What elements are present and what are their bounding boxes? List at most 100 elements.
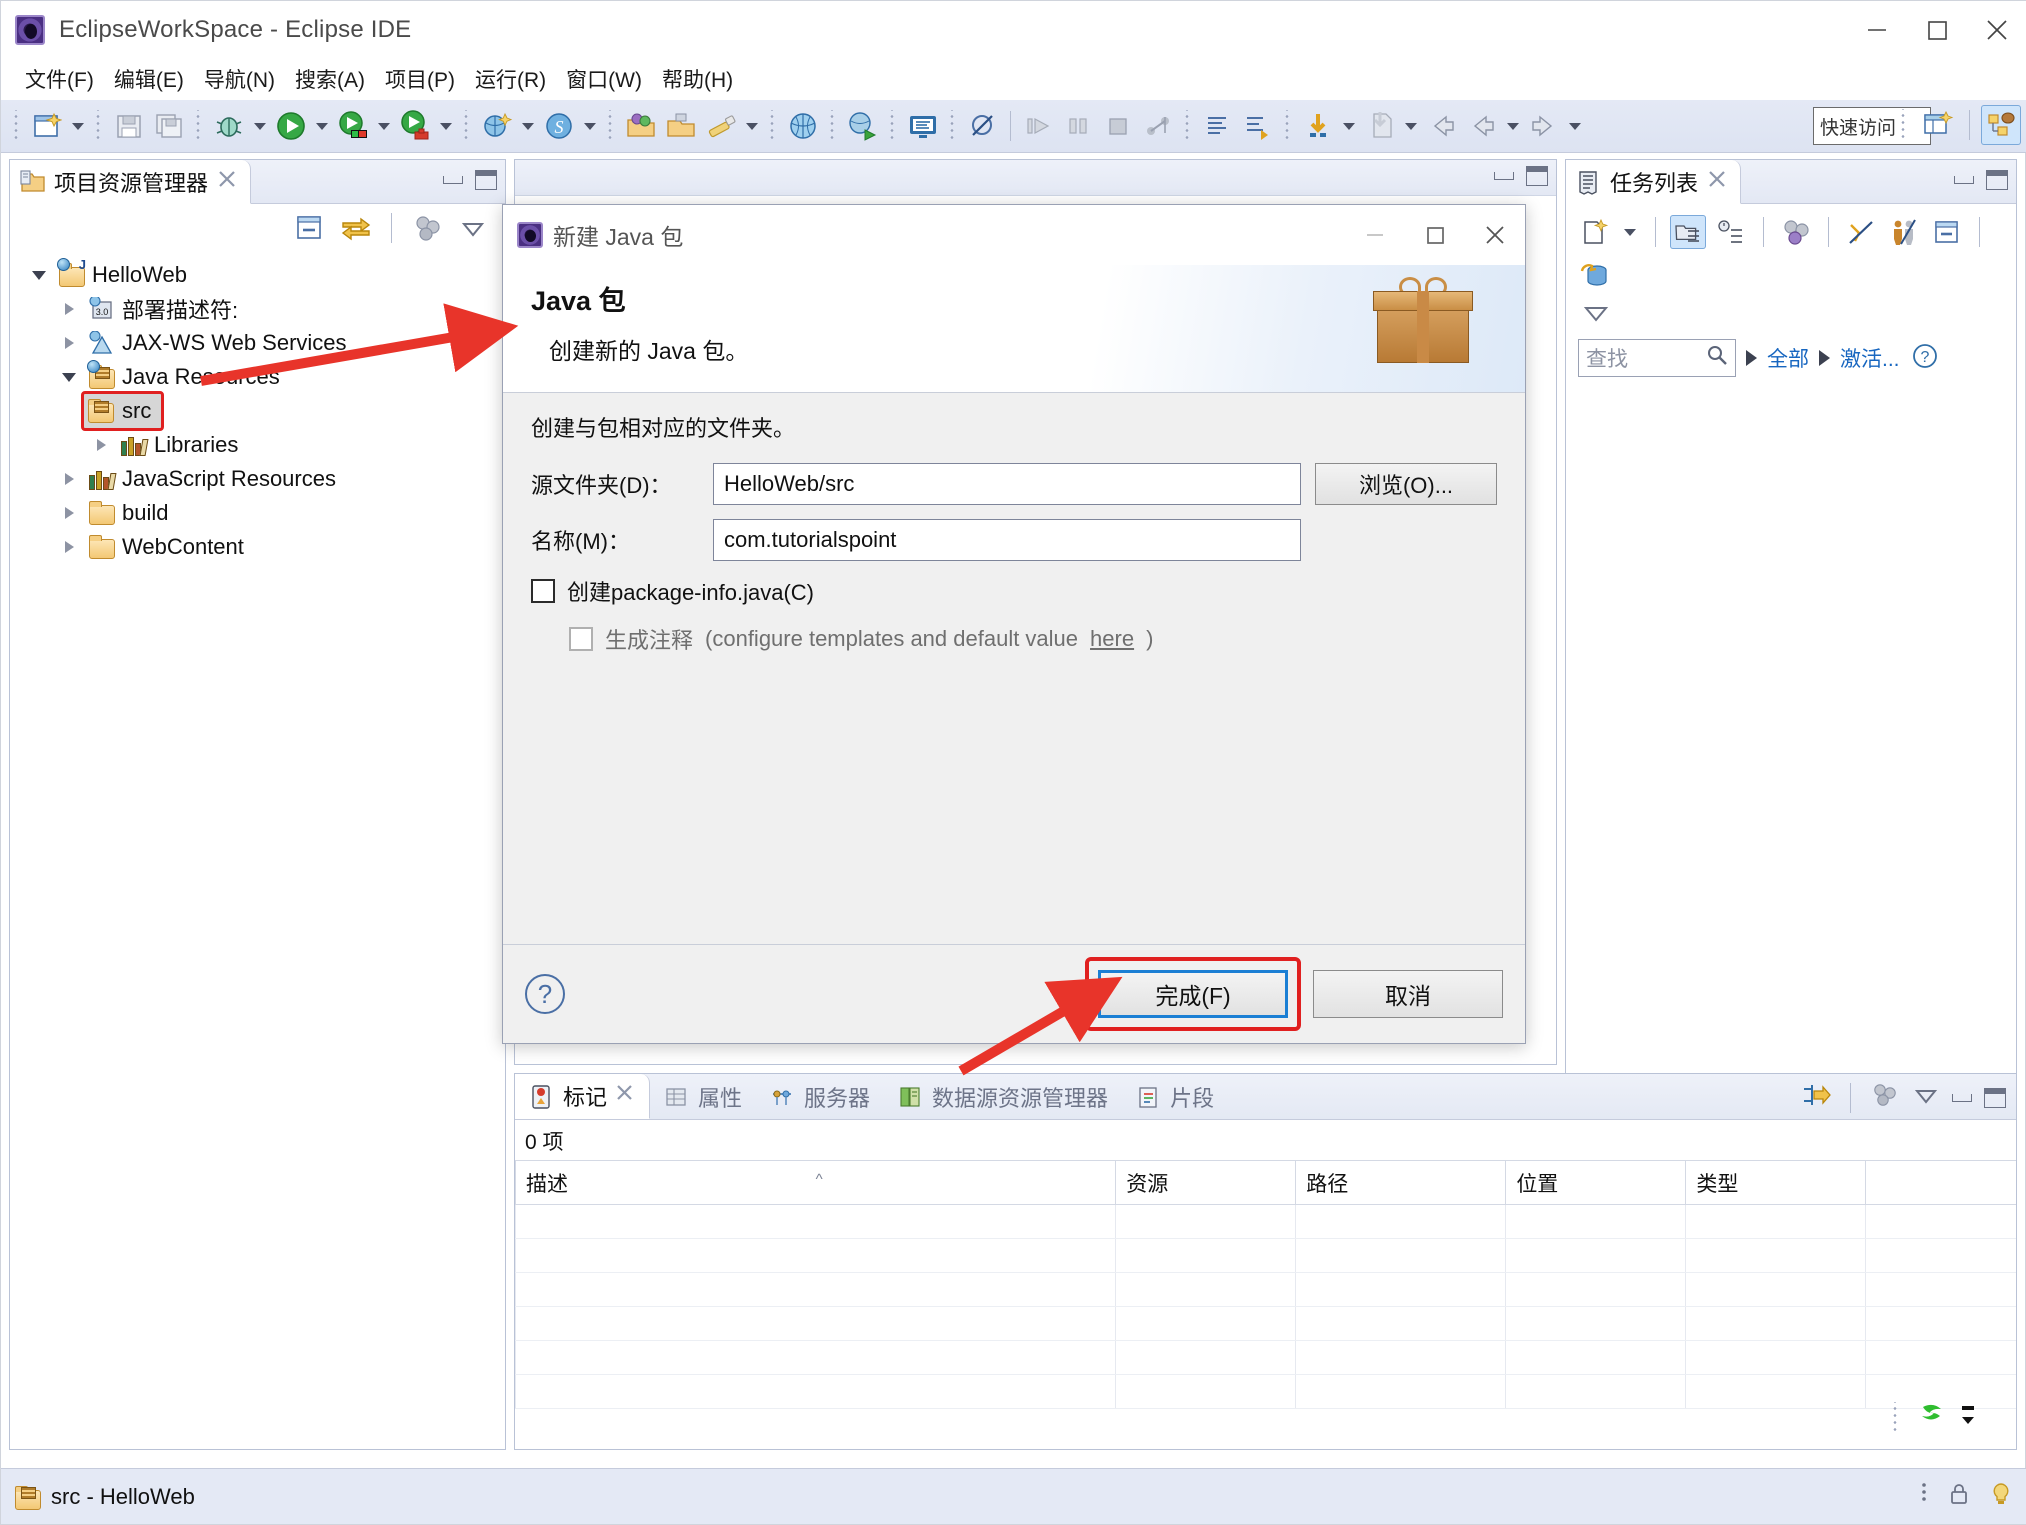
search-icon[interactable]: S [539,106,579,146]
browse-button[interactable]: 浏览(O)... [1315,463,1497,505]
twisty-collapsed-icon[interactable] [56,337,82,349]
toolbar-grip-9[interactable] [948,110,958,142]
run-dropdown-icon[interactable] [311,106,333,146]
categorized-presentation-icon[interactable] [1670,215,1706,249]
column-header-location[interactable]: 位置 [1505,1160,1686,1205]
debug-dropdown-icon[interactable] [249,106,271,146]
column-header-resource[interactable]: 资源 [1115,1160,1296,1205]
refresh-repository-icon[interactable] [1576,259,1612,293]
tab-markers[interactable]: 标记 [515,1074,651,1119]
debug-icon[interactable] [209,106,249,146]
run-server-dropdown-icon[interactable] [435,106,457,146]
step-over-icon[interactable] [1238,106,1278,146]
toolbar-grip-5[interactable] [606,110,616,142]
skip-breakpoints-icon[interactable] [963,106,1003,146]
new-wizard-dropdown-icon[interactable] [67,106,89,146]
step-into-icon[interactable] [1198,106,1238,146]
finish-button[interactable]: 完成(F) [1098,970,1288,1018]
find-input[interactable]: 查找 [1578,339,1736,377]
tab-project-explorer[interactable]: 项目资源管理器 [10,160,252,204]
dialog-minimize-button[interactable] [1345,205,1405,265]
column-header-description[interactable]: 描述 ^ [514,1160,1116,1205]
maximize-icon[interactable] [475,170,497,190]
tree-item-deployment-descriptor[interactable]: 3.0 部署描述符: [16,292,505,326]
toggle-mark-occurrences-icon[interactable] [701,106,741,146]
collapse-all-icon[interactable] [1929,215,1965,249]
menu-run[interactable]: 运行(R) [465,61,556,97]
menu-navigate[interactable]: 导航(N) [194,61,285,97]
collapse-all-icon[interactable] [292,211,328,245]
tree-item-javascript-resources[interactable]: JavaScript Resources [16,462,505,496]
drag-handle-icon[interactable] [1919,1481,1929,1512]
toolbar-grip-10[interactable] [1183,110,1193,142]
back-icon[interactable] [1422,106,1462,146]
column-header-path[interactable]: 路径 [1295,1160,1506,1205]
run-external-tools-icon[interactable] [333,106,373,146]
filter-expand-icon-2[interactable] [1819,350,1830,366]
open-task-icon[interactable] [661,106,701,146]
create-package-info-row[interactable]: 创建package-info.java(C) [531,575,1497,607]
column-header-type[interactable]: 类型 [1685,1160,1866,1205]
perspective-grip[interactable] [1899,109,1909,141]
back-dropdown-icon[interactable] [1502,106,1524,146]
new-wizard-icon[interactable] [27,106,67,146]
close-icon[interactable] [615,1083,635,1109]
twisty-expanded-icon[interactable] [26,270,52,280]
maximize-button[interactable] [1907,1,1967,58]
menu-edit[interactable]: 编辑(E) [104,61,194,97]
open-perspective-icon[interactable] [1918,105,1958,145]
table-row[interactable] [514,1272,2016,1307]
toolbar-grip-7[interactable] [828,110,838,142]
table-row[interactable] [514,1204,2016,1239]
minimize-icon[interactable] [1952,1093,1972,1102]
synchronize-icon[interactable] [1778,215,1814,249]
search-dropdown-icon[interactable] [579,106,601,146]
tree-item-src[interactable]: src [16,391,505,431]
back-history-icon[interactable] [1462,106,1502,146]
new-task-dropdown-icon[interactable] [1619,212,1641,252]
menu-search[interactable]: 搜索(A) [285,61,375,97]
filter-activate-link[interactable]: 激活... [1840,343,1900,373]
tab-properties[interactable]: 属性 [650,1074,756,1119]
create-package-info-checkbox[interactable] [531,579,555,603]
maximize-icon[interactable] [1526,166,1548,186]
tab-task-list[interactable]: 任务列表 [1566,160,1742,204]
tree-item-build[interactable]: build [16,496,505,530]
tab-snippets[interactable]: 片段 [1122,1074,1228,1119]
menu-window[interactable]: 窗口(W) [556,61,652,97]
run-external-dropdown-icon[interactable] [373,106,395,146]
forward-dropdown-icon[interactable] [1564,106,1586,146]
tree-item-libraries[interactable]: Libraries [16,428,505,462]
maximize-icon[interactable] [1986,170,2008,190]
toolbar-grip[interactable] [12,110,22,142]
table-row[interactable] [514,1374,2016,1409]
tab-servers[interactable]: 服务器 [756,1074,884,1119]
help-icon[interactable]: ? [525,974,565,1014]
minimize-icon[interactable] [1954,176,1974,184]
twisty-collapsed-icon[interactable] [56,541,82,553]
menu-file[interactable]: 文件(F) [15,61,104,97]
toolbar-grip-8[interactable] [888,110,898,142]
run-jsp-icon[interactable] [843,106,883,146]
tree-item-webcontent[interactable]: WebContent [16,530,505,564]
ime-toolbar-toggle-icon[interactable] [1958,1400,1978,1435]
minimize-icon[interactable] [443,176,463,184]
focus-on-workweek-icon[interactable] [1886,215,1922,249]
new-task-icon[interactable] [1576,215,1612,249]
link-with-editor-icon[interactable] [338,211,374,245]
configure-templates-link[interactable]: here [1090,626,1134,652]
tip-icon[interactable] [1989,1481,2013,1512]
filter-all-link[interactable]: 全部 [1767,343,1809,373]
table-row[interactable] [514,1340,2016,1375]
close-icon[interactable] [216,168,238,196]
minimize-icon[interactable] [1494,172,1514,180]
minimize-button[interactable] [1847,1,1907,58]
maximize-icon[interactable] [1984,1087,2006,1108]
table-row[interactable] [514,1238,2016,1273]
twisty-collapsed-icon[interactable] [88,439,114,451]
menu-project[interactable]: 项目(P) [375,61,465,97]
view-dropdown-icon[interactable] [1912,1083,1940,1112]
package-name-input[interactable]: com.tutorialspoint [713,519,1301,561]
ime-grip[interactable] [1891,1401,1901,1434]
console-icon[interactable] [903,106,943,146]
